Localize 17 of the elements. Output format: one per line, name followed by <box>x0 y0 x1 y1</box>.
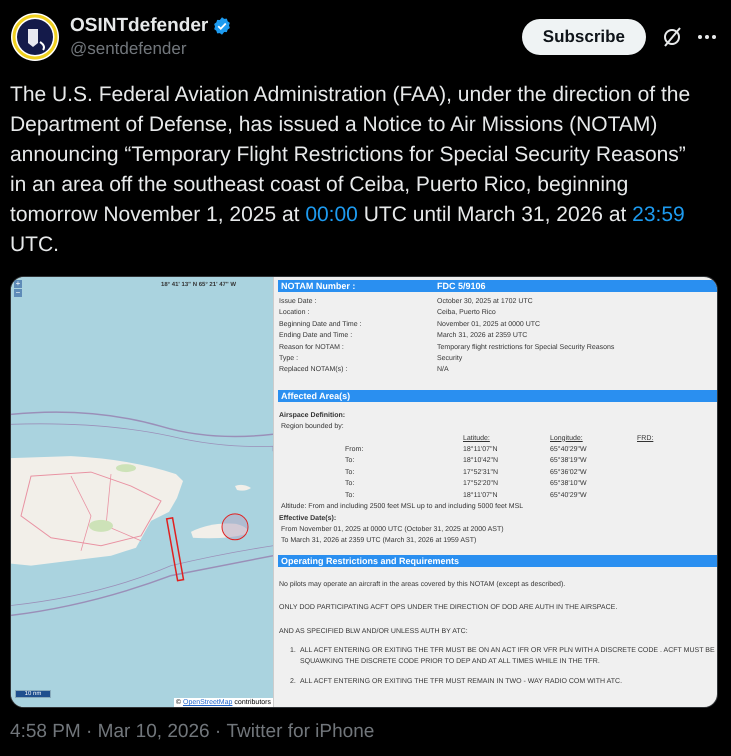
author-handle[interactable]: @sentdefender <box>70 38 232 60</box>
zoom-in-button[interactable]: + <box>14 280 22 288</box>
author-name[interactable]: OSINTdefender <box>70 14 208 38</box>
image-card[interactable] <box>10 276 718 708</box>
time-link[interactable]: 00:00 <box>305 203 358 226</box>
avatar-icon[interactable] <box>10 12 60 62</box>
slashed-circle-icon[interactable] <box>661 26 683 48</box>
source-link[interactable]: Twitter for iPhone <box>226 718 374 746</box>
timestamp[interactable]: 4:58 PM · Mar 10, 2026 · <box>10 718 226 746</box>
more-icon[interactable] <box>697 34 717 40</box>
zoom-out-button[interactable]: − <box>14 289 22 297</box>
subscribe-button[interactable]: Subscribe <box>522 19 646 55</box>
time-link[interactable]: 23:59 <box>632 203 685 226</box>
section-heading: NOTAM Number : FDC 5/9106 <box>278 280 717 292</box>
tweet-text: The U.S. Federal Aviation Administration (FAA), under the direction of the Department of Defense, has issued a Notice to Air Missions (NOTAM) announcing “Temporary Flight Restrictions for Special Security Reasons” in an area off the southeast coast of Ceiba, Puerto Rico, beginning tomorrow November 1, 2025 at 00:00 UTC until March 31, 2026 at 23:59 UTC. <box>10 82 692 258</box>
section-heading: Operating Restrictions and Requirements <box>278 554 717 567</box>
section-heading: Affected Area(s) <box>278 390 717 402</box>
